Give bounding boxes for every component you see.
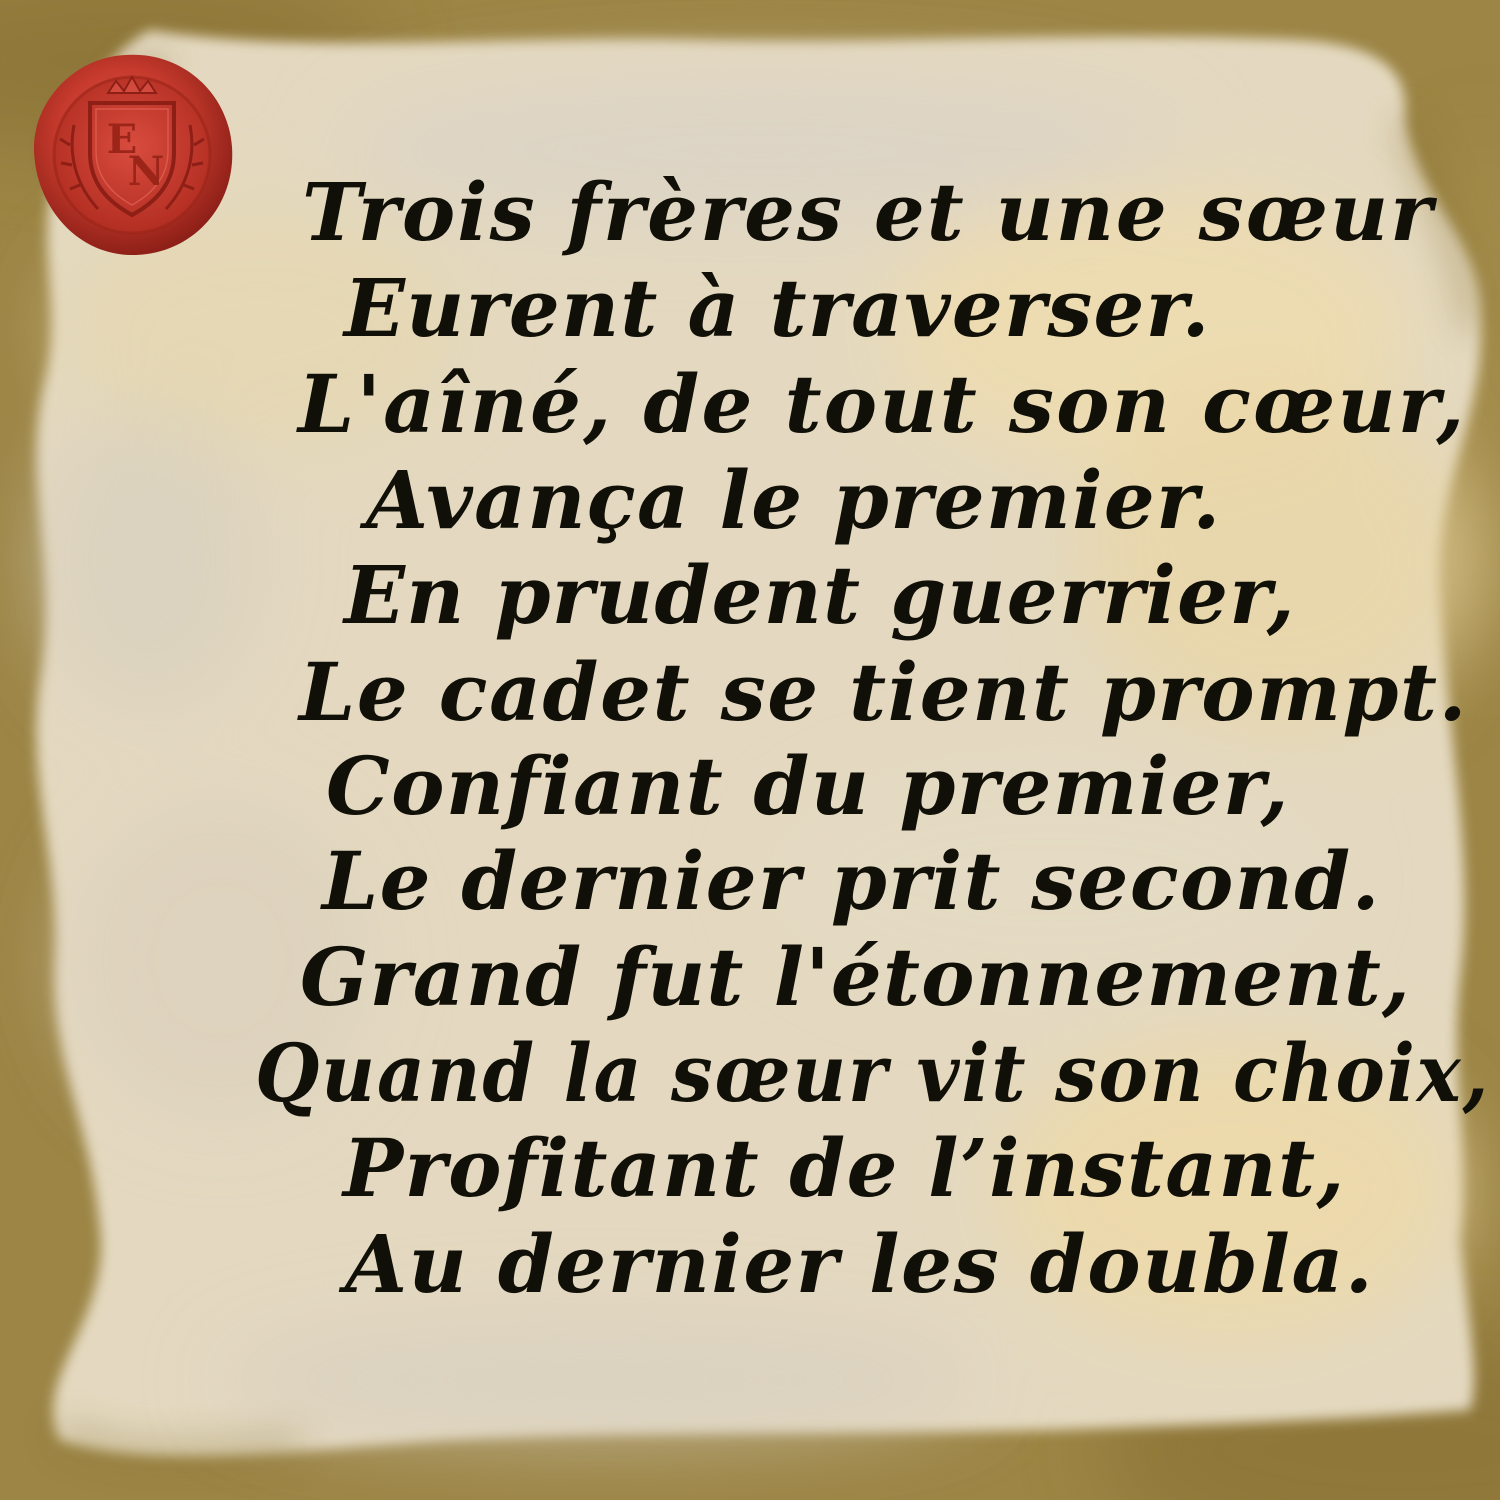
poem-line-12: Au dernier les doubla. <box>345 1217 1375 1311</box>
poem-line-1: Trois frères et une sœur <box>302 165 1435 259</box>
poem-line-6: Le cadet se tient prompt. <box>299 645 1469 739</box>
poem-line-4: Avança le premier. <box>366 453 1222 547</box>
poem-line-8: Le dernier prit second. <box>322 834 1381 928</box>
poem: Trois frères et une sœur Eurent à traver… <box>0 0 1500 1500</box>
poem-line-9: Grand fut l'étonnement, <box>300 930 1412 1024</box>
poem-line-3: L'aîné, de tout son cœur, <box>298 357 1467 451</box>
poem-line-2: Eurent à traverser. <box>344 261 1211 355</box>
poem-line-10: Quand la sœur vit son choix, <box>255 1026 1491 1120</box>
poem-line-7: Confiant du premier, <box>326 739 1290 833</box>
poem-line-11: Profitant de l’instant, <box>343 1121 1346 1215</box>
poem-line-5: En prudent guerrier, <box>344 548 1296 642</box>
